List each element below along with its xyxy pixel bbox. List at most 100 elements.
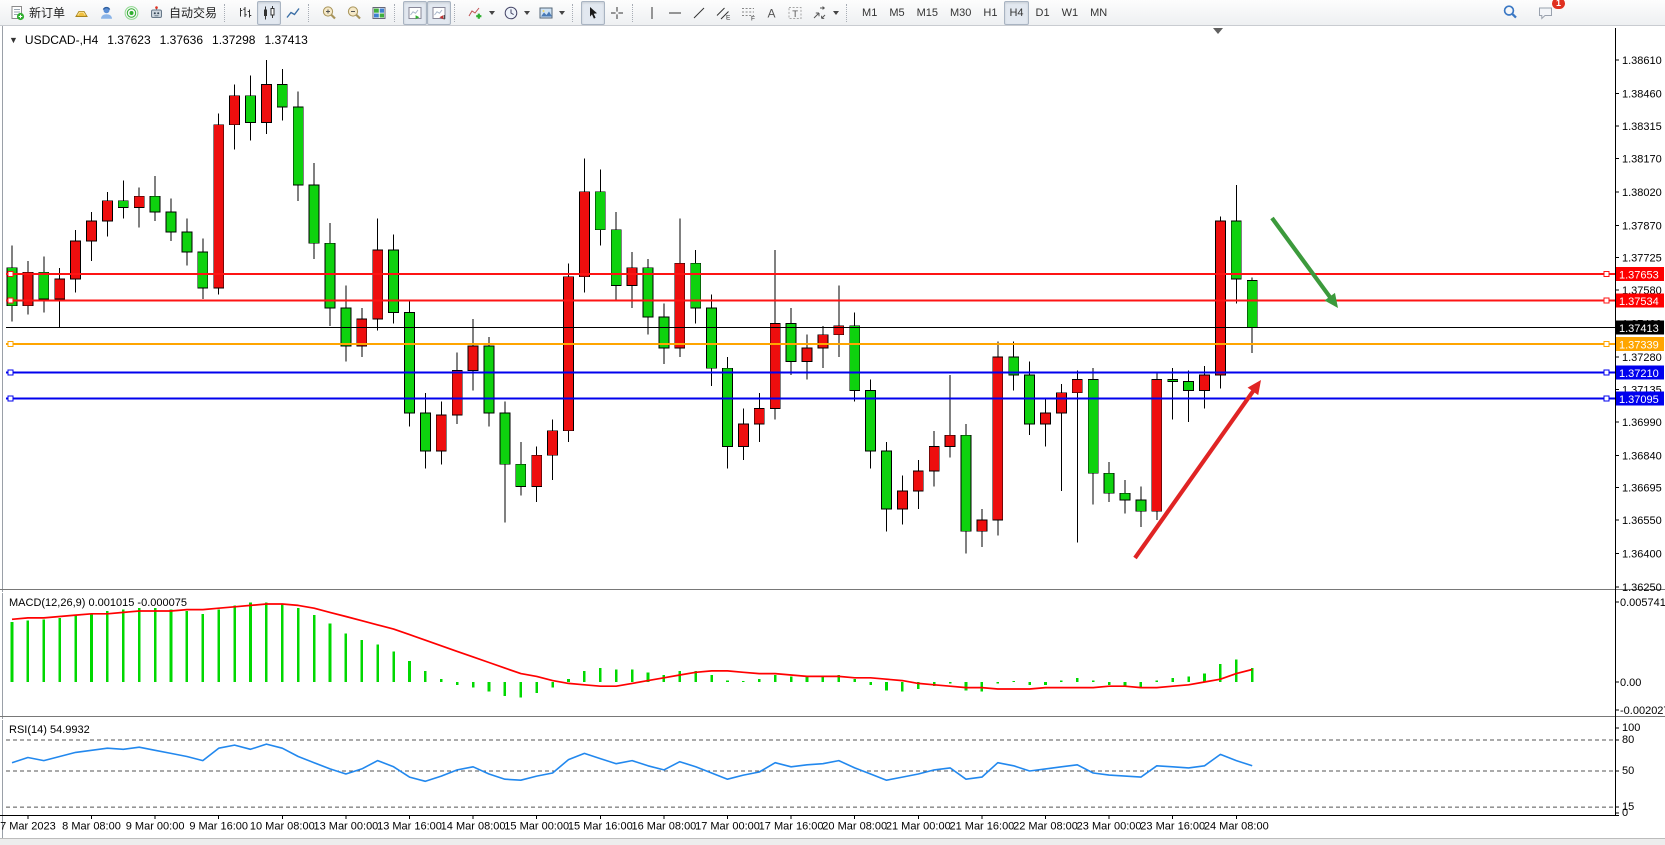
bull-candle	[770, 324, 780, 409]
auto-scroll-button[interactable]	[403, 1, 427, 25]
time-tick-label: 21 Mar 00:00	[886, 821, 951, 833]
time-tick-label: 23 Mar 16:00	[1140, 821, 1205, 833]
hline-handle[interactable]	[1604, 370, 1609, 375]
hline-handle[interactable]	[8, 396, 13, 401]
bull-candle	[627, 268, 637, 286]
price-tag-label: 1.37653	[1619, 269, 1659, 281]
hline-handle[interactable]	[8, 341, 13, 346]
time-tick-label: 17 Mar 00:00	[695, 821, 760, 833]
new-order-button[interactable]: 新订单	[5, 1, 69, 25]
cursor-button[interactable]	[581, 1, 605, 25]
timeframe-D1[interactable]: D1	[1031, 1, 1055, 25]
bear-candle	[1088, 379, 1098, 473]
hline-handle[interactable]	[1604, 396, 1609, 401]
signals-button[interactable]	[119, 1, 144, 25]
hline-handle[interactable]	[1604, 298, 1609, 303]
search-button[interactable]	[1498, 1, 1523, 25]
time-tick-label: 20 Mar 08:00	[822, 821, 887, 833]
chart-shift-button[interactable]	[427, 1, 451, 25]
trendline-button[interactable]	[687, 1, 711, 25]
price-tag-label: 1.37339	[1619, 339, 1659, 351]
price-tick-label: 1.36250	[1622, 582, 1662, 594]
timeframe-M30[interactable]: M30	[945, 1, 976, 25]
timeframe-M5[interactable]: M5	[884, 1, 909, 25]
indicators-dropdown-caret	[489, 11, 495, 18]
hline-handle[interactable]	[1604, 341, 1609, 346]
support-button[interactable]	[94, 1, 119, 25]
bear-candle	[723, 368, 733, 446]
bull-candle	[214, 125, 224, 288]
bull-candle	[1056, 393, 1066, 413]
zoom-in-button[interactable]	[317, 1, 342, 25]
one-click-trading-toggle[interactable]: ▼	[9, 35, 18, 45]
line-chart-button[interactable]	[281, 1, 305, 25]
bull-candle	[1215, 221, 1225, 375]
bear-candle	[707, 308, 717, 368]
bull-candle	[261, 85, 271, 123]
timeframe-H1[interactable]: H1	[978, 1, 1002, 25]
bull-candle	[977, 520, 987, 531]
crosshair-button[interactable]	[605, 1, 629, 25]
timeframe-M15[interactable]: M15	[912, 1, 943, 25]
new-order-icon	[9, 5, 25, 21]
bear-candle	[246, 96, 256, 123]
autotrading-button[interactable]: 自动交易	[144, 1, 221, 25]
templates-button[interactable]	[534, 1, 569, 25]
chart-shift-icon	[431, 5, 447, 21]
text-label-button[interactable]: T	[783, 1, 807, 25]
deposit-button[interactable]	[69, 1, 94, 25]
chart-canvas[interactable]: 1.386101.384601.383151.381701.380201.378…	[0, 26, 1665, 845]
hline-handle[interactable]	[1604, 271, 1609, 276]
price-tick-label: 1.36550	[1622, 515, 1662, 527]
timeframe-H4[interactable]: H4	[1004, 1, 1028, 25]
bull-candle	[738, 424, 748, 446]
indicators-button[interactable]	[463, 1, 499, 25]
bear-candle	[1104, 473, 1114, 493]
bear-candle	[1168, 379, 1178, 381]
chart-background[interactable]	[0, 26, 1665, 845]
time-tick-label: 22 Mar 08:00	[1013, 821, 1078, 833]
bull-candle	[452, 370, 462, 415]
price-tick-label: 1.38610	[1622, 55, 1662, 67]
chart-ohlc-header: ▼ USDCAD-,H4 1.37623 1.37636 1.37298 1.3…	[9, 33, 308, 47]
timeframe-MN[interactable]: MN	[1085, 1, 1112, 25]
timeframe-W1[interactable]: W1	[1057, 1, 1084, 25]
notifications-button[interactable]: 1	[1533, 1, 1559, 25]
price-tick-label: 1.36840	[1622, 450, 1662, 462]
shapes-button[interactable]	[807, 1, 843, 25]
time-tick-label: 15 Mar 16:00	[568, 821, 633, 833]
bull-candle	[373, 250, 383, 319]
candlestick-chart-icon	[261, 5, 277, 21]
bear-candle	[1247, 280, 1257, 327]
horizontal-line-button[interactable]	[663, 1, 687, 25]
bear-candle	[500, 413, 510, 464]
zoom-out-button[interactable]	[342, 1, 367, 25]
svg-text:T: T	[792, 8, 798, 19]
text-tool-button[interactable]: A	[761, 1, 783, 25]
vertical-line-button[interactable]	[641, 1, 663, 25]
timeframe-M1[interactable]: M1	[857, 1, 882, 25]
gold-ingot-icon	[73, 5, 90, 21]
periods-button[interactable]	[499, 1, 534, 25]
fibonacci-button[interactable]: F	[736, 1, 761, 25]
text-label-icon: T	[787, 5, 803, 21]
bar-chart-button[interactable]	[233, 1, 257, 25]
bear-candle	[420, 413, 430, 451]
price-tick-label: 1.38315	[1622, 121, 1662, 133]
time-tick-label: 13 Mar 16:00	[377, 821, 442, 833]
rsi-tick-label: 50	[1622, 765, 1634, 777]
hline-handle[interactable]	[8, 271, 13, 276]
bull-candle	[675, 263, 685, 348]
chart-window[interactable]: 1.386101.384601.383151.381701.380201.378…	[0, 26, 1665, 845]
add-indicator-icon	[467, 5, 484, 21]
hline-handle[interactable]	[8, 370, 13, 375]
equidistant-channel-button[interactable]: E	[711, 1, 736, 25]
tile-windows-button[interactable]	[367, 1, 391, 25]
zoom-out-icon	[346, 5, 363, 21]
periods-dropdown-caret	[524, 11, 530, 18]
candlestick-chart-button[interactable]	[257, 1, 281, 25]
headset-person-icon	[98, 5, 115, 21]
rsi-tick-label: 0	[1622, 807, 1628, 819]
hline-handle[interactable]	[8, 298, 13, 303]
bull-candle	[818, 335, 828, 348]
